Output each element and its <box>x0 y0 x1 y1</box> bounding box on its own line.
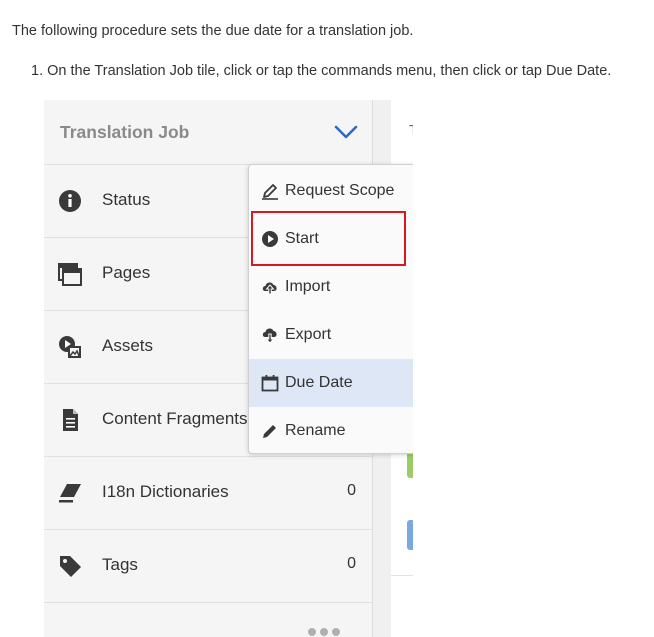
step-text: On the Translation Job tile, click or ta… <box>47 63 612 79</box>
calendar-icon <box>261 375 279 392</box>
menu-item-import[interactable]: Import <box>249 263 413 311</box>
menu-item-export[interactable]: Export <box>249 311 413 359</box>
tile-row-i18n-dictionaries[interactable]: I18n Dictionaries 0 <box>44 457 372 530</box>
menu-item-request-scope[interactable]: Request Scope <box>249 167 413 215</box>
row-count: 0 <box>347 555 356 572</box>
cloud-upload-icon <box>262 282 277 295</box>
row-label: Tags <box>102 555 138 574</box>
request-scope-icon <box>262 184 278 200</box>
eraser-icon <box>59 484 81 503</box>
menu-item-label: Start <box>285 230 319 247</box>
assets-icon <box>59 336 81 358</box>
row-label: Assets <box>102 336 154 355</box>
row-label: Pages <box>102 263 151 282</box>
menu-item-label: Due Date <box>285 374 353 391</box>
step-1: 1. On the Translation Job tile, click or… <box>31 63 611 79</box>
tile-header: Translation Job <box>44 100 372 165</box>
tile-title: Translation Job <box>60 122 190 142</box>
adjacent-divider <box>391 575 413 576</box>
pages-icon <box>58 263 82 286</box>
status-bar-blue <box>407 520 413 550</box>
menu-item-label: Request Scope <box>285 182 395 199</box>
play-icon <box>262 231 278 247</box>
row-label: Content Fragments <box>102 409 248 428</box>
row-label: Status <box>102 190 151 209</box>
status-bar-green <box>407 452 413 478</box>
step-number: 1. <box>31 63 44 79</box>
menu-item-start[interactable]: Start <box>249 215 413 263</box>
tag-icon <box>60 556 81 577</box>
menu-item-label: Import <box>285 278 331 295</box>
menu-item-rename[interactable]: Rename <box>249 407 413 455</box>
intro-text: The following procedure sets the due dat… <box>12 23 414 39</box>
screenshot-figure: Translation Job Status Pages Assets Cont… <box>44 100 413 637</box>
menu-item-label: Export <box>285 326 332 343</box>
more-icon[interactable] <box>306 624 342 637</box>
row-count: 0 <box>347 482 356 499</box>
row-label: I18n Dictionaries <box>102 482 229 501</box>
menu-item-label: Rename <box>285 422 346 439</box>
pencil-icon <box>263 425 276 438</box>
menu-item-due-date[interactable]: Due Date <box>249 359 413 407</box>
info-icon <box>59 190 81 212</box>
commands-menu: Request Scope Start Import Export Due Da… <box>248 164 413 454</box>
tile-row-tags[interactable]: Tags 0 <box>44 530 372 603</box>
cloud-download-icon <box>262 328 277 344</box>
chevron-down-icon[interactable] <box>333 122 359 142</box>
adjacent-tile-title: T <box>409 122 413 139</box>
document-icon <box>63 409 78 431</box>
